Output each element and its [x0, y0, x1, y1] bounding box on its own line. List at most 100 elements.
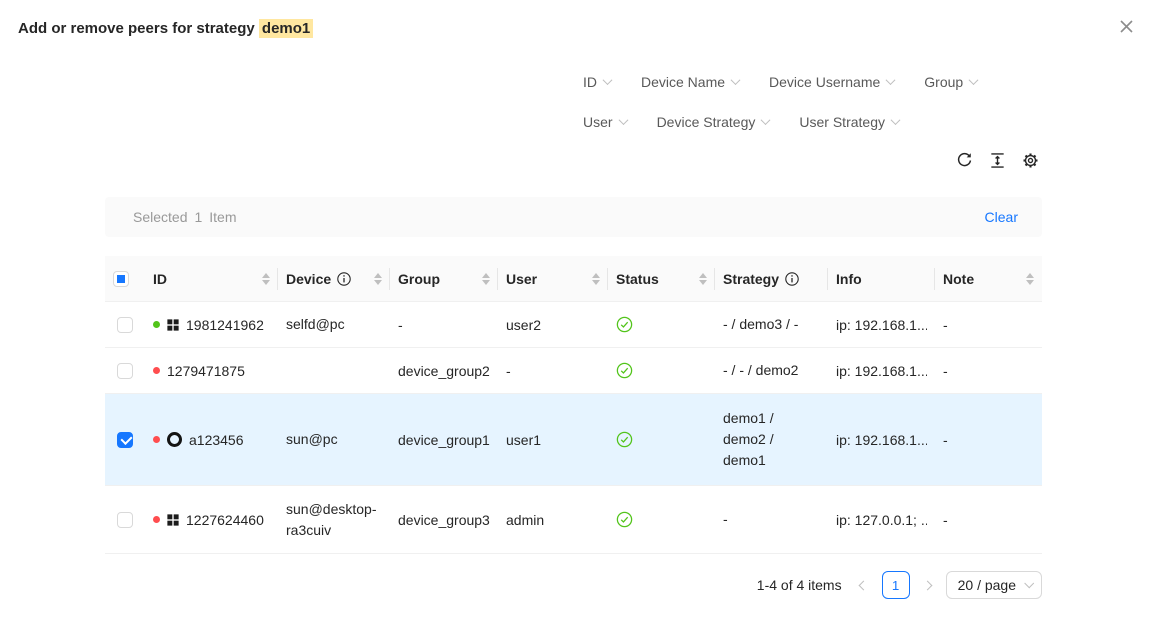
filter-device-name-label: Device Name	[641, 74, 725, 90]
column-label: Info	[836, 271, 862, 287]
page-size-select[interactable]: 20 / page	[946, 571, 1042, 599]
table-row-selected: a123456 sun@pc device_group1 user1 demo1…	[105, 394, 1042, 486]
chevron-down-icon	[886, 75, 896, 85]
check-circle-icon	[616, 362, 633, 379]
peer-id: 1227624460	[186, 512, 264, 528]
ring-os-icon	[167, 432, 182, 447]
note-value: -	[943, 317, 948, 333]
info-value: ip: 192.168.1...	[836, 317, 927, 333]
chevron-right-icon	[923, 580, 933, 590]
select-all-checkbox[interactable]	[113, 271, 129, 287]
column-height-icon	[989, 152, 1006, 169]
chevron-down-icon	[618, 115, 628, 125]
column-header-note[interactable]: Note	[935, 256, 1042, 301]
column-label: Device	[286, 271, 331, 287]
strategy-value: - / - / demo2	[723, 360, 798, 381]
presence-dot-red-icon	[153, 516, 160, 523]
table-header-row: ID Device Group User Status	[105, 256, 1042, 302]
chevron-down-icon	[1024, 578, 1034, 588]
close-button[interactable]	[1114, 14, 1138, 38]
strategy-name-highlight: demo1	[259, 19, 313, 38]
chevron-down-icon	[731, 75, 741, 85]
note-value: -	[943, 363, 948, 379]
check-circle-icon	[616, 431, 633, 448]
peers-table: ID Device Group User Status	[105, 256, 1042, 554]
strategy-value: - / demo3 / -	[723, 314, 798, 335]
column-label: Group	[398, 271, 440, 287]
column-header-group[interactable]: Group	[390, 256, 498, 301]
info-circle-icon[interactable]	[337, 272, 351, 286]
info-value: ip: 192.168.1...	[836, 432, 927, 448]
column-header-strategy[interactable]: Strategy	[715, 256, 828, 301]
check-circle-icon	[616, 511, 633, 528]
windows-icon	[167, 514, 179, 526]
table-toolbar	[955, 151, 1039, 169]
chevron-down-icon	[969, 75, 979, 85]
filter-group[interactable]: Group	[924, 74, 977, 90]
filter-device-strategy-label: Device Strategy	[657, 114, 756, 130]
peer-id: 1981241962	[186, 317, 264, 333]
presence-dot-red-icon	[153, 367, 160, 374]
strategy-value: -	[723, 509, 728, 530]
filter-user-strategy[interactable]: User Strategy	[799, 114, 899, 130]
strategy-value: demo1 / demo2 / demo1	[723, 408, 820, 471]
column-header-status[interactable]: Status	[608, 256, 715, 301]
clear-selection-link[interactable]: Clear	[985, 209, 1018, 225]
column-label: ID	[153, 271, 167, 287]
sorter-icon	[374, 273, 382, 285]
sorter-icon	[482, 273, 490, 285]
filter-device-username-label: Device Username	[769, 74, 880, 90]
group-name: device_group2	[398, 363, 490, 379]
check-circle-icon	[616, 316, 633, 333]
pagination: 1-4 of 4 items 1 20 / page	[757, 571, 1042, 599]
dialog-title-text: Add or remove peers for strategy	[18, 20, 259, 37]
selected-label: Selected	[133, 209, 187, 225]
table-row: 1981241962 selfd@pc - user2 - / demo3 / …	[105, 302, 1042, 348]
row-checkbox[interactable]	[117, 512, 133, 528]
info-circle-icon[interactable]	[785, 272, 799, 286]
column-header-device[interactable]: Device	[278, 256, 390, 301]
density-button[interactable]	[988, 151, 1006, 169]
column-label: Status	[616, 271, 659, 287]
chevron-down-icon	[891, 115, 901, 125]
chevron-down-icon	[761, 115, 771, 125]
filter-group-label: Group	[924, 74, 963, 90]
filter-user-label: User	[583, 114, 613, 130]
filter-row-1: ID Device Name Device Username Group	[583, 73, 977, 90]
column-header-user[interactable]: User	[498, 256, 608, 301]
filter-user[interactable]: User	[583, 114, 627, 130]
filter-device-strategy[interactable]: Device Strategy	[657, 114, 770, 130]
next-page-button[interactable]	[920, 571, 936, 599]
row-checkbox[interactable]	[117, 363, 133, 379]
filter-device-username[interactable]: Device Username	[769, 74, 894, 90]
user-name: -	[506, 363, 511, 379]
page-size-value: 20 / page	[958, 577, 1016, 593]
prev-page-button[interactable]	[856, 571, 872, 599]
filter-device-name[interactable]: Device Name	[641, 74, 739, 90]
group-name: device_group3	[398, 512, 490, 528]
group-name: -	[398, 317, 403, 333]
refresh-button[interactable]	[955, 151, 973, 169]
page-1-button[interactable]: 1	[882, 571, 910, 599]
filter-id[interactable]: ID	[583, 74, 611, 90]
sorter-icon	[699, 273, 707, 285]
gear-icon	[1022, 152, 1039, 169]
selection-bar: Selected 1 Item Clear	[105, 197, 1042, 237]
device-name: sun@pc	[286, 429, 338, 450]
sorter-icon	[592, 273, 600, 285]
refresh-icon	[956, 152, 973, 169]
column-label: Note	[943, 271, 974, 287]
note-value: -	[943, 512, 948, 528]
selected-count: 1	[194, 209, 202, 225]
row-checkbox[interactable]	[117, 432, 133, 448]
user-name: user2	[506, 317, 541, 333]
device-name: selfd@pc	[286, 314, 345, 335]
sorter-icon	[262, 273, 270, 285]
row-checkbox[interactable]	[117, 317, 133, 333]
chevron-left-icon	[859, 580, 869, 590]
settings-button[interactable]	[1021, 151, 1039, 169]
column-header-id[interactable]: ID	[145, 256, 278, 301]
info-value: ip: 127.0.0.1; ...	[836, 512, 927, 528]
peer-id: a123456	[189, 432, 244, 448]
close-icon	[1118, 18, 1135, 35]
